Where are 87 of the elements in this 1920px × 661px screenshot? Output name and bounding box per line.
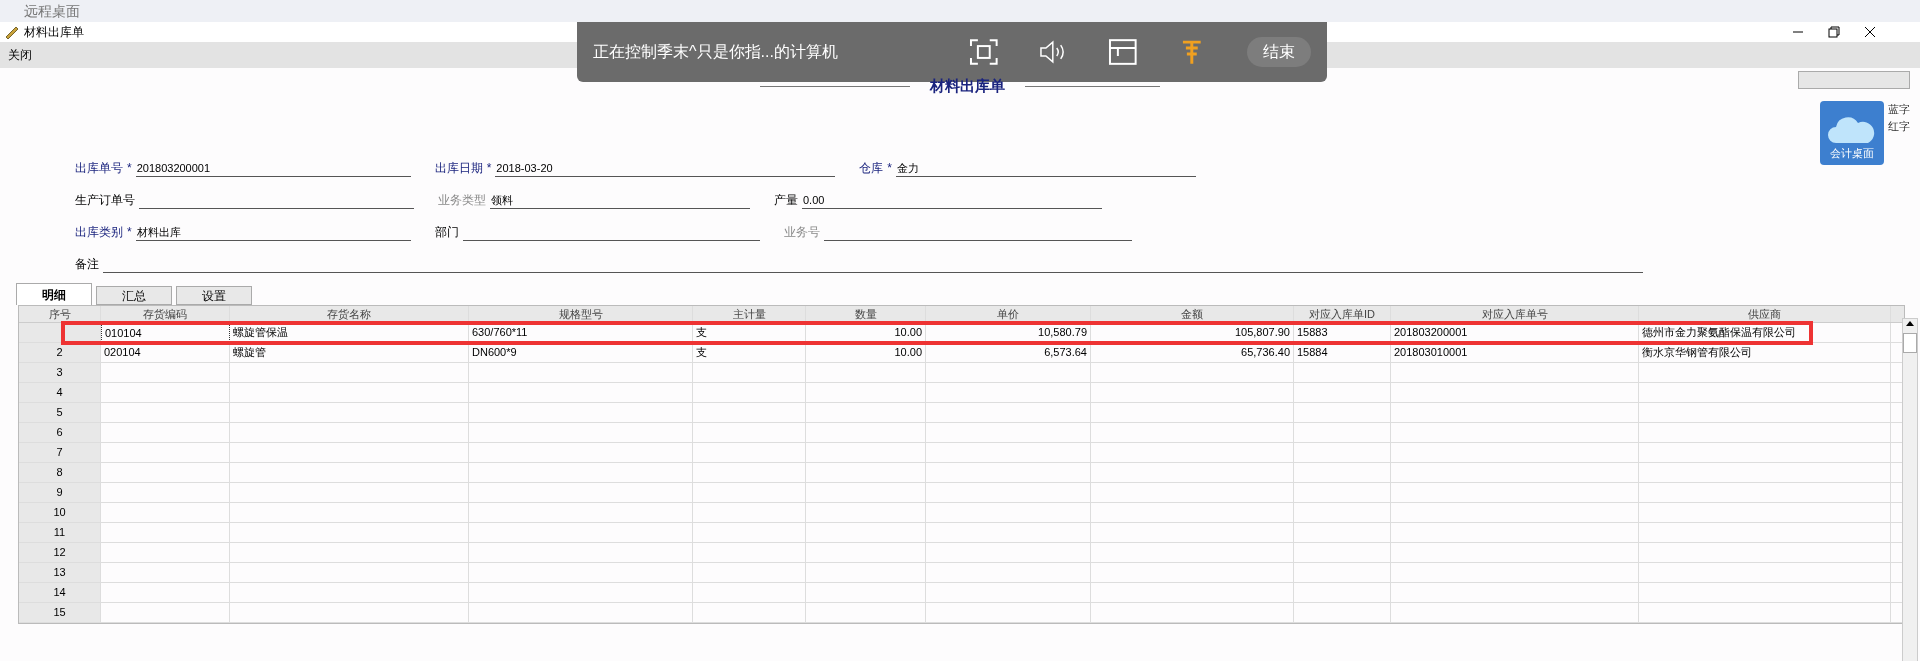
table-cell: 10.00	[806, 343, 926, 362]
end-button[interactable]: 结束	[1247, 37, 1311, 67]
table-cell: 15883	[1294, 323, 1391, 342]
tab[interactable]: 汇总	[96, 286, 172, 305]
table-cell: 15884	[1294, 343, 1391, 362]
row-number: 4	[19, 383, 101, 402]
column-header: 主计量	[693, 306, 806, 322]
table-cell: 105,807.90	[1091, 323, 1294, 342]
row-number: 6	[19, 423, 101, 442]
required-mark: *	[486, 160, 492, 177]
row-number: 12	[19, 543, 101, 562]
table-cell: 10.00	[806, 323, 926, 342]
field-label: 产量	[774, 192, 798, 209]
table-cell: 201803010001	[1391, 343, 1639, 362]
column-header: 序号	[19, 306, 101, 322]
side-link[interactable]: 蓝字	[1888, 101, 1910, 118]
column-header: 对应入库单号	[1391, 306, 1639, 322]
table-cell: DN600*9	[469, 343, 693, 362]
tile-label: 会计桌面	[1830, 145, 1874, 161]
pencil-icon	[4, 25, 20, 39]
column-header: 对应入库单ID	[1294, 306, 1391, 322]
field-label: 生产订单号	[75, 192, 135, 209]
column-header: 规格型号	[469, 306, 693, 322]
close-icon[interactable]	[1864, 26, 1876, 38]
column-header: 金额	[1091, 306, 1294, 322]
column-header: 单价	[926, 306, 1091, 322]
table-cell: 螺旋管保温	[230, 323, 469, 342]
table-cell: 201803200001	[1391, 323, 1639, 342]
input-field[interactable]: 领料	[490, 193, 750, 209]
blank-field[interactable]	[1798, 71, 1910, 89]
field-label: 出库日期	[434, 160, 483, 177]
table-cell: 65,736.40	[1091, 343, 1294, 362]
input-field[interactable]: 0.00	[802, 193, 1102, 209]
required-mark: *	[887, 160, 892, 177]
restore-icon[interactable]	[1828, 26, 1840, 38]
input-field[interactable]: 材料出库	[135, 225, 411, 241]
column-header: 存货名称	[230, 306, 469, 322]
field-label: 业务类型	[438, 192, 486, 209]
accounting-desktop-tile[interactable]: 会计桌面	[1820, 101, 1884, 165]
window-title: 材料出库单	[24, 24, 84, 41]
row-number: 3	[19, 363, 101, 382]
row-number: 13	[19, 563, 101, 582]
column-header: 存货编码	[101, 306, 230, 322]
required-mark: *	[127, 224, 132, 241]
table-cell: 支	[693, 343, 806, 362]
field-label: 备注	[75, 256, 99, 273]
row-number: 15	[19, 603, 101, 622]
row-number: 9	[19, 483, 101, 502]
fullscreen-icon[interactable]	[968, 38, 999, 66]
table-cell: 630/760*11	[469, 323, 693, 342]
column-header: 数量	[806, 306, 926, 322]
form-title: 材料出库单	[930, 75, 1005, 96]
close-menu-button[interactable]: 关闭	[0, 42, 40, 68]
tab[interactable]: 明细	[16, 283, 92, 305]
column-header: 供应商	[1639, 306, 1891, 322]
field-label: 出库单号	[75, 160, 123, 177]
input-field[interactable]: 201803200001	[135, 161, 411, 177]
field-label: 出库类别	[75, 224, 123, 241]
table-cell: 支	[693, 323, 806, 342]
side-link[interactable]: 红字	[1888, 117, 1910, 134]
row-number: 11	[19, 523, 101, 542]
scroll-up-icon[interactable]	[1905, 319, 1915, 329]
table-cell: 德州市金力聚氨酯保温有限公司	[1639, 323, 1891, 342]
table-cell: 6,573.64	[926, 343, 1091, 362]
field-label: 仓库	[859, 160, 884, 177]
input-field[interactable]: 金力	[896, 161, 1196, 177]
window-icon[interactable]	[1107, 38, 1138, 66]
cloud-icon	[1828, 114, 1876, 145]
host-window-title: 远程桌面	[24, 2, 80, 20]
table-cell: 衡水京华钢管有限公司	[1639, 343, 1891, 362]
table-cell: 螺旋管	[230, 343, 469, 362]
input-field[interactable]: 2018-03-20	[495, 161, 836, 177]
field-label: 业务号	[783, 224, 820, 241]
scroll-thumb[interactable]	[1903, 333, 1917, 353]
required-mark: *	[127, 160, 132, 177]
row-number: 7	[19, 443, 101, 462]
row-number: 5	[19, 403, 101, 422]
table-cell: 010104	[101, 323, 230, 342]
row-number: 8	[19, 463, 101, 482]
remote-status-text: 正在控制季末^只是你指...的计算机	[593, 42, 839, 62]
table-cell: 020104	[101, 343, 230, 362]
row-number: 10	[19, 503, 101, 522]
table-cell: 10,580.79	[926, 323, 1091, 342]
row-number: 2	[19, 343, 101, 362]
row-number: 14	[19, 583, 101, 602]
field-label: 部门	[434, 224, 459, 241]
tab[interactable]: 设置	[176, 286, 252, 305]
